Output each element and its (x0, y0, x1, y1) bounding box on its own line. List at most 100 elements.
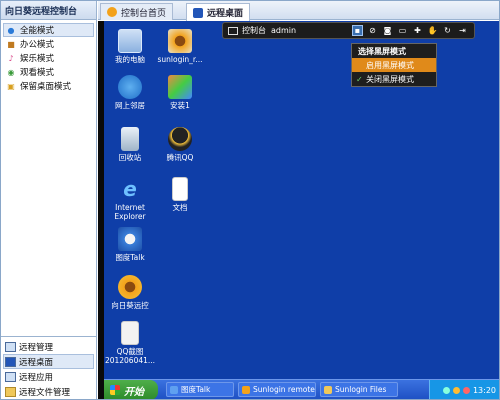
left-panel: 向日葵远程控制台 ● 全能模式 ■ 办公模式 ♪ 娱乐模式 ◉ 观看模式 ▣ 保… (1, 1, 97, 399)
start-button[interactable]: 开始 (104, 380, 158, 399)
desktop-icon-install[interactable]: 安装1 (154, 75, 206, 110)
recycle-bin-icon (121, 127, 139, 151)
task-label: Sunlogin remote (253, 385, 315, 394)
desktop-icon-recycle[interactable]: 回收站 (104, 127, 156, 162)
image-file-icon (121, 321, 139, 345)
application-icon (5, 371, 16, 382)
icon-label: 文档 (172, 203, 188, 212)
camera-button[interactable]: ◙ (382, 25, 393, 36)
qq-penguin-icon (168, 127, 192, 151)
mode-item-watch[interactable]: ◉ 观看模式 (1, 65, 96, 79)
task-label: Sunlogin Files (335, 385, 387, 394)
tab-label: 远程桌面 (207, 9, 244, 19)
internet-explorer-icon: e (123, 176, 137, 201)
desktop-icon-sunflower[interactable]: 向日葵远控 (104, 275, 156, 310)
monitor-icon (5, 341, 16, 352)
remote-desktop-icon (5, 356, 16, 367)
add-button[interactable]: ✚ (412, 25, 423, 36)
mode-label: 娱乐模式 (20, 54, 55, 64)
tray-sunflower-icon[interactable] (452, 386, 460, 394)
nav-item-remote-app[interactable]: 远程应用 (1, 369, 96, 384)
nav-item-remote-files[interactable]: 远程文件管理 (1, 384, 96, 399)
nav-label: 远程文件管理 (19, 387, 71, 398)
music-icon: ♪ (8, 53, 14, 63)
desktop-icon-docs[interactable]: 文档 (154, 177, 206, 212)
mode-item-keep-desktop[interactable]: ▣ 保留桌面模式 (1, 79, 96, 93)
desktop-icon-ie[interactable]: e Internet Explorer (104, 176, 156, 222)
icon-label: Explorer (114, 212, 146, 221)
desktop-icon-sunlogin[interactable]: sunlogin_r... (154, 29, 206, 64)
eye-icon: ◉ (7, 67, 15, 77)
sunflower-icon (118, 275, 142, 299)
menu-item-label: 启用黑屏模式 (366, 60, 414, 70)
exit-button[interactable]: ⇥ (457, 25, 468, 36)
clock: 13:20 (472, 385, 496, 395)
tab-bar: 控制台首页 远程桌面 (98, 1, 499, 21)
taskbar-item-sunlogin-files[interactable]: Sunlogin Files (320, 382, 398, 397)
desktop-icon-screenshot[interactable]: QQ截图 201206041... (104, 321, 156, 365)
icon-label: sunlogin_r... (157, 55, 203, 64)
desktop-icon: ▣ (7, 81, 15, 91)
mode-item-office[interactable]: ■ 办公模式 (1, 37, 96, 51)
talk-icon (170, 385, 178, 394)
window-button[interactable]: ▭ (397, 25, 408, 36)
remote-view[interactable]: 我的电脑 网上邻居 回收站 e Internet Explorer 图度Talk (98, 21, 499, 399)
icon-label: Internet (115, 203, 145, 212)
start-label: 开始 (124, 386, 144, 398)
tab-label: 控制台首页 (121, 8, 167, 19)
app-window: 向日葵远程控制台 ● 全能模式 ■ 办公模式 ♪ 娱乐模式 ◉ 观看模式 ▣ 保… (0, 0, 500, 400)
nav-item-remote-manage[interactable]: 远程管理 (1, 339, 96, 354)
control-label: 控制台 (242, 26, 266, 35)
screen-mode-button[interactable]: ▪ (352, 25, 363, 36)
menu-item-disable-black-screen[interactable]: ✓ 关闭黑屏模式 (352, 72, 436, 86)
computer-icon (118, 29, 142, 53)
mode-list: ● 全能模式 ■ 办公模式 ♪ 娱乐模式 ◉ 观看模式 ▣ 保留桌面模式 (1, 20, 96, 93)
mode-item-all[interactable]: ● 全能模式 (3, 23, 94, 37)
folder-icon (5, 386, 16, 397)
nav-item-remote-desktop[interactable]: 远程桌面 (3, 354, 94, 369)
refresh-button[interactable]: ↻ (442, 25, 453, 36)
icon-label: 安装1 (170, 101, 190, 110)
desktop-icon-qq[interactable]: 腾讯QQ (154, 127, 206, 162)
windows-flag-icon (110, 385, 120, 395)
control-user: admin (271, 26, 297, 35)
tray-network-icon[interactable] (442, 386, 450, 394)
nav-label: 远程应用 (19, 372, 54, 383)
installer-icon (168, 75, 192, 99)
icon-label: 网上邻居 (115, 101, 145, 110)
folder-icon (324, 385, 332, 394)
sunlogin-icon (168, 29, 192, 53)
menu-title: 选择黑屏模式 (358, 46, 406, 56)
menu-item-label: 关闭黑屏模式 (366, 74, 414, 84)
tab-console-home[interactable]: 控制台首页 (100, 3, 174, 20)
mode-label: 办公模式 (20, 40, 55, 50)
remote-control-bar: 控制台 admin ▪ ⊘ ◙ ▭ ✚ ✋ ↻ ⇥ (222, 22, 475, 39)
nav-label: 远程管理 (19, 342, 54, 353)
taskbar-item-talk[interactable]: 图度Talk (166, 382, 234, 397)
monitor-icon (228, 26, 238, 35)
desktop-icon-talk[interactable]: 图度Talk (104, 227, 156, 262)
tray-qq-icon[interactable] (462, 386, 470, 394)
network-icon (118, 75, 142, 99)
icon-label: 我的电脑 (115, 55, 145, 64)
icon-label: 腾讯QQ (166, 153, 194, 162)
task-label: 图度Talk (181, 385, 211, 394)
control-buttons: ▪ ⊘ ◙ ▭ ✚ ✋ ↻ ⇥ (352, 25, 468, 36)
desktop-icon-my-computer[interactable]: 我的电脑 (104, 29, 156, 64)
link-button[interactable]: ⊘ (367, 25, 378, 36)
tab-remote-desktop[interactable]: 远程桌面 (186, 3, 251, 21)
taskbar: 开始 图度Talk Sunlogin remote Sunlogin Files (104, 379, 499, 399)
nav-label: 远程桌面 (19, 357, 54, 368)
mode-item-entertainment[interactable]: ♪ 娱乐模式 (1, 51, 96, 65)
system-tray: 13:20 (429, 380, 499, 399)
hand-button[interactable]: ✋ (427, 25, 438, 36)
globe-icon: ● (7, 25, 15, 35)
talk-icon (118, 227, 142, 251)
sunflower-icon (107, 7, 117, 17)
remote-desktop[interactable]: 我的电脑 网上邻居 回收站 e Internet Explorer 图度Talk (104, 21, 499, 399)
taskbar-item-sunlogin-remote[interactable]: Sunlogin remote (238, 382, 316, 397)
menu-item-enable-black-screen[interactable]: 启用黑屏模式 (352, 58, 436, 72)
desktop-icon-network[interactable]: 网上邻居 (104, 75, 156, 110)
nav-list: 远程管理 远程桌面 远程应用 远程文件管理 (1, 336, 96, 399)
sunflower-icon (242, 385, 250, 394)
